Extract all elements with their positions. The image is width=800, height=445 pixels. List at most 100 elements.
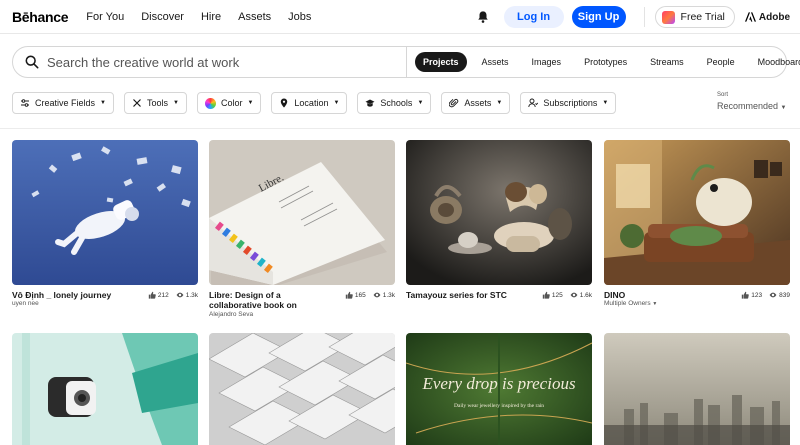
- project-title[interactable]: Libre: Design of a collaborative book on: [209, 290, 334, 310]
- chevron-down-icon: ▼: [173, 100, 179, 106]
- signup-button[interactable]: Sign Up: [571, 6, 626, 28]
- nav-discover[interactable]: Discover: [141, 11, 184, 23]
- chevron-down-icon: ▼: [780, 105, 787, 111]
- view-count: 1.3k: [185, 291, 198, 299]
- jewelry-subline: Daily wear jewellery inspired by the rai…: [454, 403, 544, 409]
- project-thumbnail[interactable]: [12, 140, 198, 285]
- subscriptions-icon: [528, 98, 539, 108]
- project-card[interactable]: Tamayouz series for STC 125 1.6k: [406, 140, 592, 313]
- login-button[interactable]: Log In: [503, 6, 564, 28]
- sort-dropdown[interactable]: Sort Recommended ▼: [717, 92, 787, 111]
- view-count: 1.6k: [579, 291, 592, 299]
- sort-value-text: Recommended: [717, 101, 779, 111]
- nav-jobs[interactable]: Jobs: [288, 11, 311, 23]
- project-thumbnail[interactable]: [209, 333, 395, 445]
- nav-hire[interactable]: Hire: [201, 11, 221, 23]
- tab-images[interactable]: Images: [524, 52, 570, 72]
- like-count: 125: [551, 291, 563, 299]
- thumbs-up-icon: [742, 291, 750, 299]
- filter-tools[interactable]: Tools ▼: [123, 92, 187, 114]
- project-thumbnail[interactable]: Libre.: [209, 140, 395, 285]
- product-still-life-image: [406, 140, 592, 285]
- search-input[interactable]: Search the creative world at work: [47, 55, 407, 70]
- project-card[interactable]: DINO Multiple Owners ▼ 123 839: [604, 140, 790, 313]
- project-stats: 125 1.6k: [542, 291, 592, 299]
- jewelry-ad-image: Every drop is precious Daily wear jewell…: [406, 333, 592, 445]
- filter-location[interactable]: Location ▼: [271, 92, 348, 114]
- tab-moodboards[interactable]: Moodboards: [750, 52, 800, 72]
- project-owner[interactable]: Multiple Owners ▼: [604, 300, 657, 307]
- bell-icon[interactable]: [476, 10, 490, 24]
- filter-label: Color: [220, 98, 243, 108]
- project-title[interactable]: Tamayouz series for STC: [406, 290, 531, 300]
- illustration-astronaut: [12, 140, 198, 285]
- project-thumbnail[interactable]: [604, 333, 790, 445]
- graduation-cap-icon: [365, 99, 375, 107]
- adobe-icon: [744, 12, 756, 22]
- project-card[interactable]: [209, 333, 395, 445]
- filter-assets[interactable]: Assets ▼: [441, 92, 511, 114]
- search-bar[interactable]: Search the creative world at work Projec…: [12, 46, 800, 78]
- divider: [643, 7, 645, 27]
- nav-assets[interactable]: Assets: [238, 11, 271, 23]
- filter-schools[interactable]: Schools ▼: [357, 92, 432, 114]
- project-meta: Libre: Design of a collaborative book on…: [209, 285, 395, 318]
- chevron-down-icon: ▼: [100, 100, 106, 106]
- project-card[interactable]: Every drop is precious Daily wear jewell…: [406, 333, 592, 445]
- sort-label: Sort: [717, 92, 729, 98]
- owner-label: Multiple Owners: [604, 300, 651, 307]
- free-trial-label: Free Trial: [680, 11, 725, 23]
- like-count: 165: [354, 291, 366, 299]
- project-meta: DINO Multiple Owners ▼ 123 839: [604, 285, 790, 313]
- sliders-icon: [21, 99, 29, 107]
- foggy-city-image: [604, 333, 790, 445]
- project-thumbnail[interactable]: [604, 140, 790, 285]
- eye-icon: [373, 292, 381, 298]
- thumbs-up-icon: [345, 291, 353, 299]
- project-card[interactable]: Vô Định _ lonely journey uyen nee 212 1.…: [12, 140, 198, 313]
- filter-label: Creative Fields: [35, 98, 96, 108]
- view-count: 839: [779, 291, 790, 299]
- behance-logo[interactable]: Bēhance: [12, 9, 69, 25]
- like-count: 123: [751, 291, 763, 299]
- chevron-down-icon: ▼: [333, 100, 340, 106]
- book-mockup-image: Libre.: [209, 140, 395, 285]
- project-thumbnail[interactable]: [406, 140, 592, 285]
- sort-value: Recommended ▼: [717, 101, 787, 111]
- tab-people[interactable]: People: [699, 52, 743, 72]
- like-count: 212: [157, 291, 169, 299]
- filter-color[interactable]: Color ▼: [196, 92, 262, 114]
- filter-subscriptions[interactable]: Subscriptions ▼: [520, 92, 617, 114]
- project-owner[interactable]: uyen nee: [12, 300, 39, 307]
- tab-streams[interactable]: Streams: [642, 52, 692, 72]
- project-title[interactable]: Vô Định _ lonely journey: [12, 290, 137, 300]
- filter-bar: Creative Fields ▼ Tools ▼ Color ▼ Location ▼…: [12, 92, 626, 114]
- paperclip-icon: [449, 98, 459, 108]
- filter-label: Subscriptions: [543, 98, 598, 108]
- filter-divider: [0, 128, 800, 129]
- tab-prototypes[interactable]: Prototypes: [576, 52, 635, 72]
- adobe-link[interactable]: Adobe: [744, 11, 790, 23]
- project-card[interactable]: Libre. Libre: Design of a collaborative …: [209, 140, 395, 318]
- filter-creative-fields[interactable]: Creative Fields ▼: [12, 92, 114, 114]
- filter-label: Schools: [380, 98, 413, 108]
- filter-label: Assets: [464, 98, 492, 108]
- project-card[interactable]: [12, 333, 198, 445]
- nav-for-you[interactable]: For You: [86, 11, 124, 23]
- project-stats: 212 1.3k: [148, 291, 198, 299]
- project-stats: 123 839: [741, 291, 790, 299]
- project-stats: 165 1.3k: [345, 291, 395, 299]
- chevron-down-icon: ▼: [652, 301, 658, 307]
- project-owner[interactable]: Alejandro Seva: [209, 311, 253, 318]
- project-thumbnail[interactable]: Every drop is precious Daily wear jewell…: [406, 333, 592, 445]
- search-tabs: Projects Assets Images Prototypes Stream…: [415, 52, 800, 72]
- project-card[interactable]: [604, 333, 790, 445]
- tab-assets[interactable]: Assets: [474, 52, 517, 72]
- chevron-down-icon: ▼: [602, 100, 609, 106]
- adobe-label: Adobe: [758, 11, 790, 23]
- tab-projects[interactable]: Projects: [415, 52, 467, 72]
- project-title[interactable]: DINO: [604, 290, 729, 300]
- eye-icon: [570, 292, 578, 298]
- free-trial-button[interactable]: Free Trial: [654, 6, 735, 28]
- project-thumbnail[interactable]: [12, 333, 198, 445]
